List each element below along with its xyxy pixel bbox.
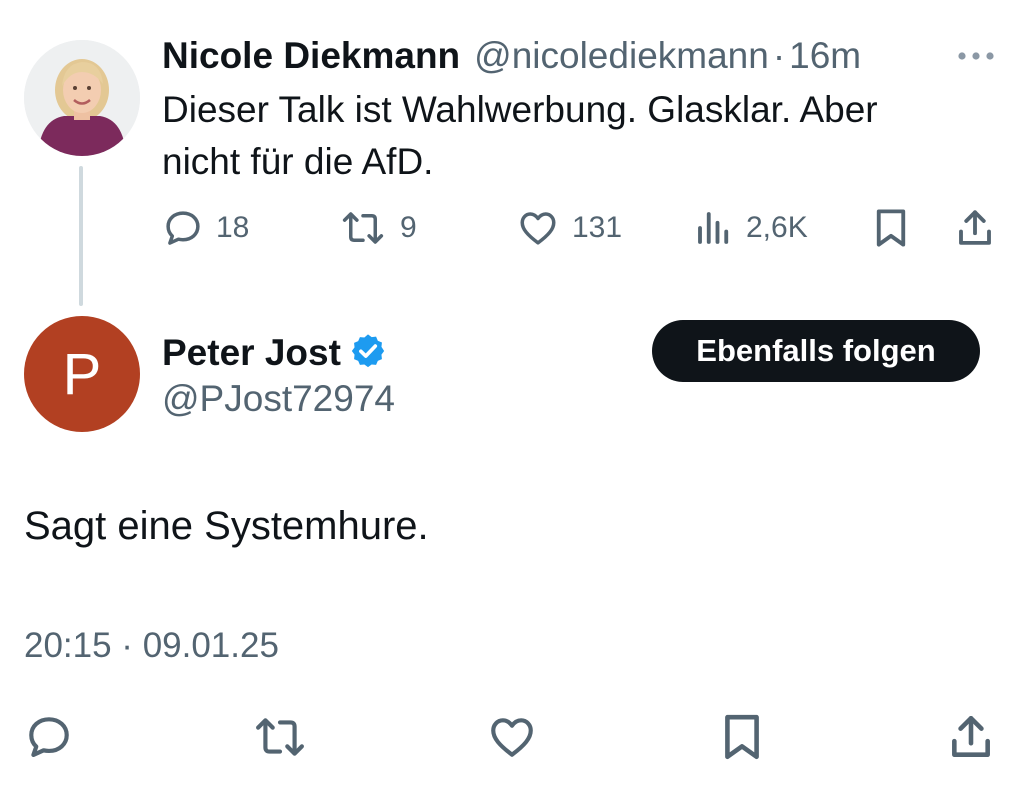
parent-tweet-time[interactable]: 16m: [789, 35, 861, 77]
avatar-letter: P: [62, 341, 102, 407]
parent-bookmark-button[interactable]: [872, 206, 910, 250]
views-icon: [694, 207, 734, 249]
reply-bookmark-button[interactable]: [720, 712, 764, 762]
thread-connector-line: [79, 166, 83, 306]
reply-author-handle[interactable]: @PJost72974: [162, 378, 395, 420]
bookmark-icon: [720, 712, 764, 762]
like-icon: [486, 712, 538, 762]
parent-share-button[interactable]: [954, 206, 996, 250]
parent-reply-button[interactable]: 18: [162, 206, 249, 250]
reply-icon: [162, 207, 204, 249]
parent-repost-button[interactable]: 9: [338, 206, 417, 250]
views-count: 2,6K: [746, 211, 808, 244]
share-icon: [946, 712, 996, 762]
parent-author-handle[interactable]: @nicolediekmann: [474, 35, 769, 77]
reply-author-row: Peter Jost: [162, 330, 387, 376]
header-separator: ·: [772, 35, 786, 76]
reply-share-button[interactable]: [946, 712, 996, 762]
reply-like-button[interactable]: [486, 712, 538, 762]
reply-reply-button[interactable]: [24, 712, 74, 762]
reply-author-name[interactable]: Peter Jost: [162, 332, 341, 374]
reply-timestamp[interactable]: 20:15 · 09.01.25: [24, 626, 279, 666]
repost-icon: [250, 712, 310, 762]
parent-tweet-header: Nicole Diekmann @nicolediekmann · 16m: [162, 34, 861, 78]
parent-views-button[interactable]: 2,6K: [694, 206, 808, 250]
avatar-photo-image: [24, 40, 140, 156]
share-icon: [954, 207, 996, 249]
reply-icon: [24, 712, 74, 762]
reply-repost-button[interactable]: [250, 712, 310, 762]
reply-author-avatar[interactable]: P: [24, 316, 140, 432]
like-icon: [516, 207, 560, 249]
parent-author-avatar[interactable]: [24, 40, 140, 156]
repost-count: 9: [400, 211, 417, 244]
reply-count: 18: [216, 211, 250, 244]
bookmark-icon: [872, 207, 910, 249]
parent-like-button[interactable]: 131: [516, 206, 622, 250]
like-count: 131: [572, 211, 623, 244]
parent-author-name[interactable]: Nicole Diekmann: [162, 35, 460, 77]
parent-tweet-text: Dieser Talk ist Wahlwerbung. Glasklar. A…: [162, 89, 878, 182]
follow-back-button[interactable]: Ebenfalls folgen: [652, 320, 980, 382]
repost-icon: [338, 207, 388, 249]
reply-tweet-text: Sagt eine Systemhure.: [24, 504, 429, 548]
verified-badge-icon: [349, 332, 387, 375]
more-icon[interactable]: [956, 48, 996, 64]
